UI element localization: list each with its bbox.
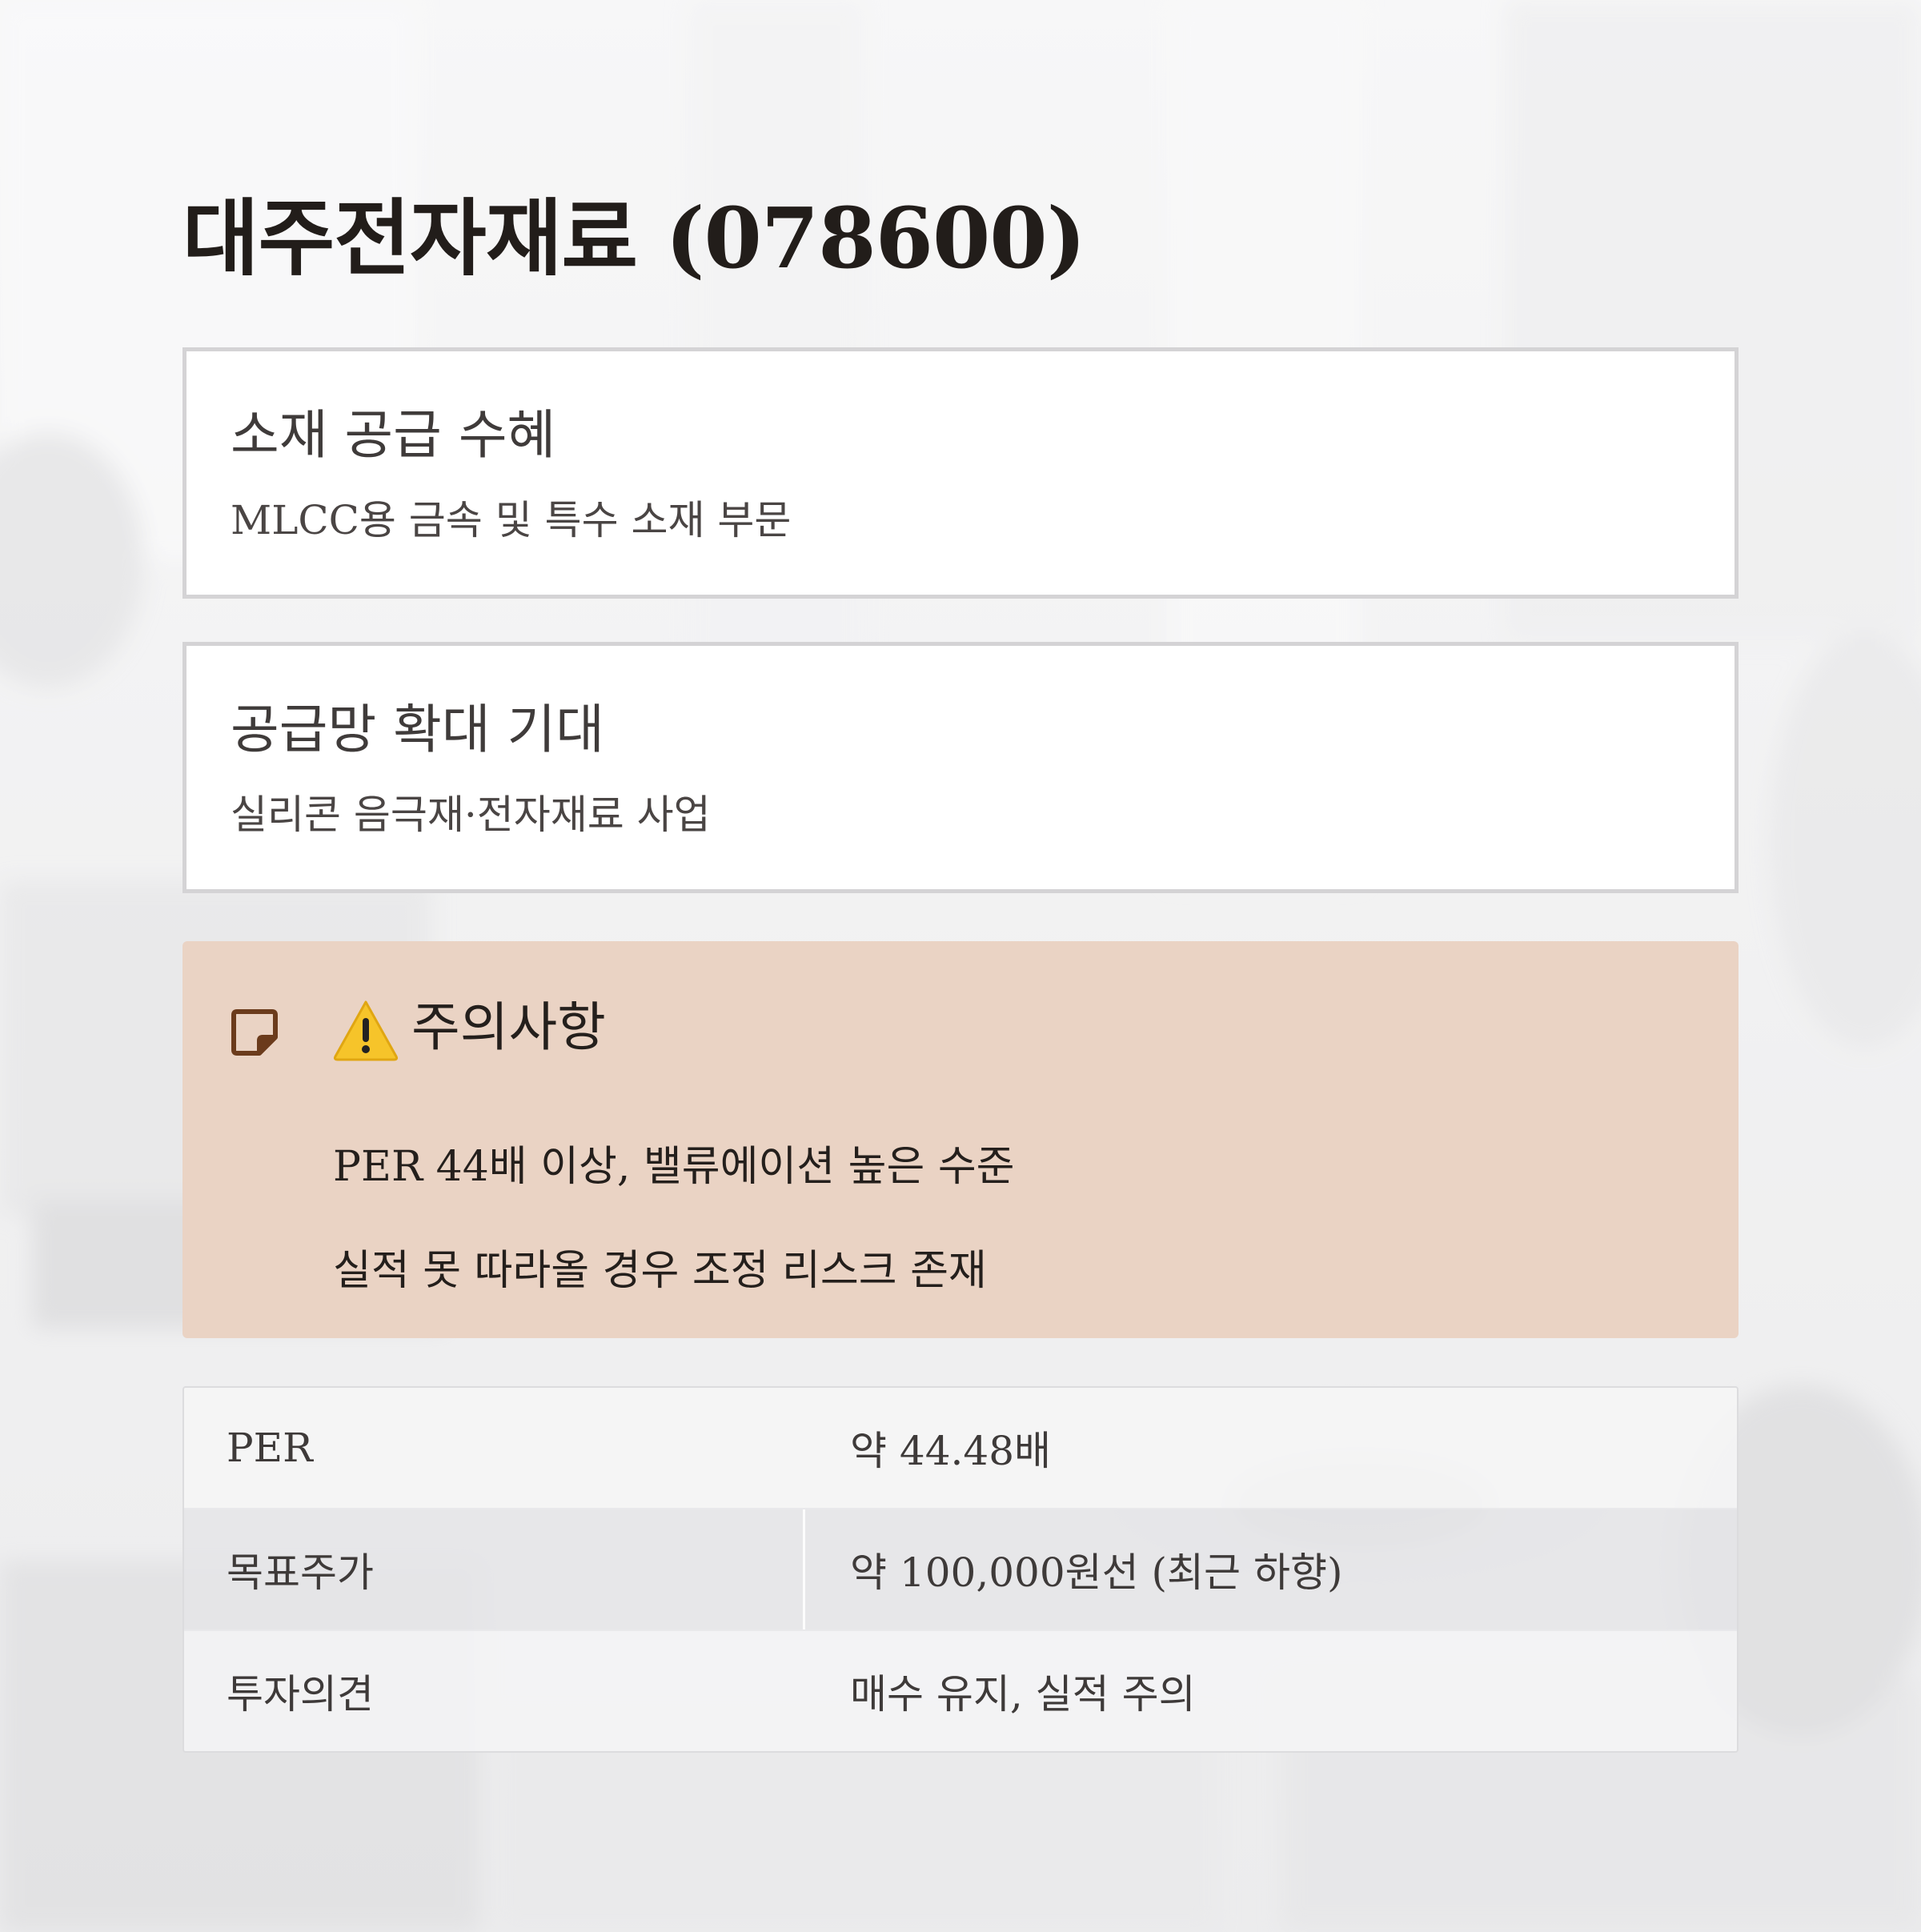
card-text: 실리콘 음극재·전자재료 사업 [231,792,711,838]
card-heading: 공급망 확대 기대 [231,699,604,760]
page-content: 대주전자재료 (078600) 소재 공급 수혜 MLCC용 금속 및 특수 소… [0,0,1921,1932]
table-row: 투자의견 매수 유지, 실적 주의 [184,1631,1737,1751]
page-title: 대주전자재료 (078600) [182,189,1086,287]
note-icon [231,1009,278,1056]
row-label: PER [227,1425,313,1471]
metrics-table: PER 약 44.48배 목표주가 약 100,000원선 (최근 하향) 투자… [182,1386,1739,1753]
row-value: 약 44.48배 [850,1428,1052,1474]
table-row: 목표주가 약 100,000원선 (최근 하향) [184,1509,1737,1629]
row-label: 목표주가 [184,1509,805,1629]
callout-line: 실적 못 따라올 경우 조정 리스크 존재 [333,1247,987,1295]
card-text: MLCC용 금속 및 특수 소재 부문 [231,497,792,543]
row-label: 투자의견 [227,1671,374,1718]
warning-icon [333,1000,399,1061]
card-heading: 소재 공급 수혜 [231,404,556,466]
row-value: 매수 유지, 실적 주의 [850,1671,1196,1718]
table-row: PER 약 44.48배 [184,1388,1737,1508]
callout-heading: 주의사항 [411,996,606,1058]
info-card-material-supply: 소재 공급 수혜 MLCC용 금속 및 특수 소재 부문 [182,347,1739,599]
caution-callout: 주의사항 PER 44배 이상, 밸류에이션 높은 수준 실적 못 따라올 경우… [182,941,1739,1338]
row-value: 약 100,000원선 (최근 하향) [850,1549,1343,1596]
info-card-supply-chain: 공급망 확대 기대 실리콘 음극재·전자재료 사업 [182,642,1739,893]
callout-line: PER 44배 이상, 밸류에이션 높은 수준 [333,1143,1015,1191]
